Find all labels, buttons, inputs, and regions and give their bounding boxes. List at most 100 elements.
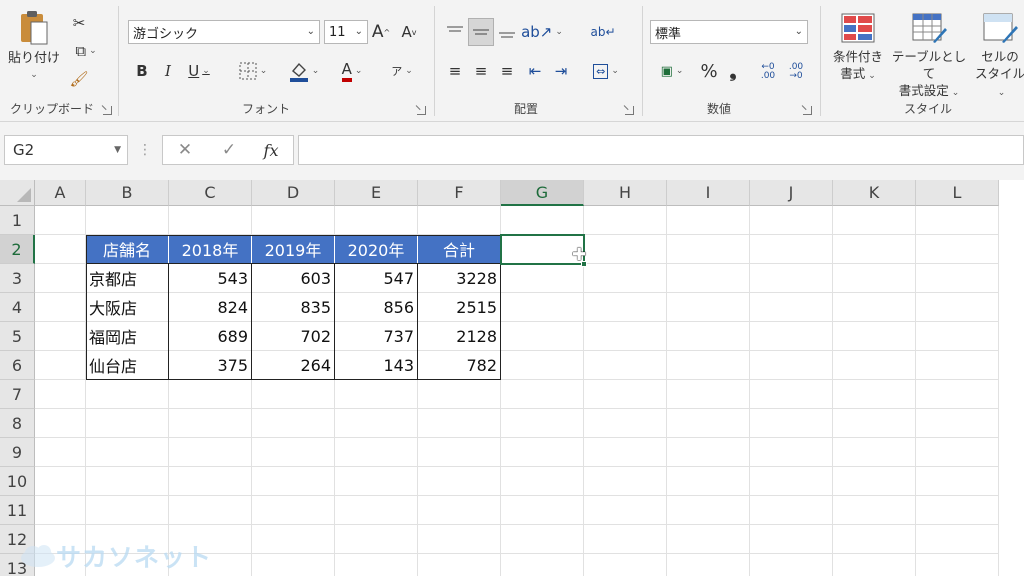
cell-k5[interactable] (833, 322, 916, 351)
column-header-g[interactable]: G (501, 180, 584, 206)
cell-c7[interactable] (169, 380, 252, 409)
cell-a7[interactable] (35, 380, 86, 409)
cell-f8[interactable] (418, 409, 501, 438)
row-header-8[interactable]: 8 (0, 409, 35, 438)
orientation-button[interactable]: ab↗ ⌄ (521, 20, 563, 44)
align-left-icon[interactable]: ≡ (444, 60, 466, 82)
cell-h2[interactable] (584, 235, 667, 264)
select-all-button[interactable] (0, 180, 35, 206)
cell-e8[interactable] (335, 409, 418, 438)
cell-h6[interactable] (584, 351, 667, 380)
cell-h12[interactable] (584, 525, 667, 554)
cell-l9[interactable] (916, 438, 999, 467)
cell-i5[interactable] (667, 322, 750, 351)
column-header-a[interactable]: A (35, 180, 86, 206)
cell-f5[interactable]: 2128 (418, 322, 501, 351)
column-header-c[interactable]: C (169, 180, 252, 206)
cell-k13[interactable] (833, 554, 916, 576)
cell-l7[interactable] (916, 380, 999, 409)
cell-a5[interactable] (35, 322, 86, 351)
wrap-text-icon[interactable]: ab↵ (590, 18, 616, 46)
font-size-combo[interactable]: 11 ⌄ (324, 20, 368, 44)
cell-k9[interactable] (833, 438, 916, 467)
cell-l10[interactable] (916, 467, 999, 496)
cell-l2[interactable] (916, 235, 999, 264)
cell-e11[interactable] (335, 496, 418, 525)
copy-button[interactable]: ⧉ ⌄ (66, 40, 106, 62)
cell-a11[interactable] (35, 496, 86, 525)
cell-h1[interactable] (584, 206, 667, 235)
cell-a1[interactable] (35, 206, 86, 235)
cell-k10[interactable] (833, 467, 916, 496)
cell-g12[interactable] (501, 525, 584, 554)
cell-c4[interactable]: 824 (169, 293, 252, 322)
cell-j10[interactable] (750, 467, 833, 496)
cell-b13[interactable] (86, 554, 169, 576)
align-top-icon[interactable] (444, 20, 466, 44)
cell-j8[interactable] (750, 409, 833, 438)
cell-a6[interactable] (35, 351, 86, 380)
align-center-icon[interactable]: ≡ (470, 60, 492, 82)
cell-b7[interactable] (86, 380, 169, 409)
grow-font-button[interactable]: A ^ (370, 20, 392, 44)
cell-j11[interactable] (750, 496, 833, 525)
cell-j6[interactable] (750, 351, 833, 380)
cell-e13[interactable] (335, 554, 418, 576)
formula-input[interactable] (298, 135, 1024, 165)
cell-c5[interactable]: 689 (169, 322, 252, 351)
percent-button[interactable]: % (698, 60, 720, 82)
cell-b3[interactable]: 京都店 (86, 264, 169, 293)
cell-g1[interactable] (501, 206, 584, 235)
align-right-icon[interactable]: ≡ (496, 60, 518, 82)
cell-h4[interactable] (584, 293, 667, 322)
cell-b4[interactable]: 大阪店 (86, 293, 169, 322)
cell-c2[interactable]: 2018年 (169, 235, 252, 264)
cell-k6[interactable] (833, 351, 916, 380)
cell-l11[interactable] (916, 496, 999, 525)
cell-f1[interactable] (418, 206, 501, 235)
cell-i4[interactable] (667, 293, 750, 322)
cell-b12[interactable] (86, 525, 169, 554)
enter-icon[interactable]: ✓ (215, 139, 243, 161)
underline-button[interactable]: U ⌄ (182, 60, 216, 82)
cell-e6[interactable]: 143 (335, 351, 418, 380)
column-header-e[interactable]: E (335, 180, 418, 206)
cell-i13[interactable] (667, 554, 750, 576)
cell-j9[interactable] (750, 438, 833, 467)
cell-l12[interactable] (916, 525, 999, 554)
cell-f7[interactable] (418, 380, 501, 409)
cell-g6[interactable] (501, 351, 584, 380)
cell-b9[interactable] (86, 438, 169, 467)
cell-d3[interactable]: 603 (252, 264, 335, 293)
column-header-l[interactable]: L (916, 180, 999, 206)
cell-j1[interactable] (750, 206, 833, 235)
align-bottom-icon[interactable] (496, 20, 518, 44)
italic-button[interactable]: I (158, 60, 178, 82)
cell-k1[interactable] (833, 206, 916, 235)
cell-c11[interactable] (169, 496, 252, 525)
cell-h10[interactable] (584, 467, 667, 496)
cell-j13[interactable] (750, 554, 833, 576)
cell-a12[interactable] (35, 525, 86, 554)
cell-e12[interactable] (335, 525, 418, 554)
cell-g10[interactable] (501, 467, 584, 496)
cell-j2[interactable] (750, 235, 833, 264)
cell-e3[interactable]: 547 (335, 264, 418, 293)
cell-h8[interactable] (584, 409, 667, 438)
cell-d2[interactable]: 2019年 (252, 235, 335, 264)
cell-b2[interactable]: 店舗名 (86, 235, 169, 264)
row-header-9[interactable]: 9 (0, 438, 35, 467)
cell-c9[interactable] (169, 438, 252, 467)
cell-g7[interactable] (501, 380, 584, 409)
comma-button[interactable]: ❟ (724, 60, 742, 82)
decrease-indent-icon[interactable]: ⇤ (524, 60, 546, 82)
row-header-4[interactable]: 4 (0, 293, 35, 322)
cell-h13[interactable] (584, 554, 667, 576)
cell-k8[interactable] (833, 409, 916, 438)
column-header-j[interactable]: J (750, 180, 833, 206)
cell-i2[interactable] (667, 235, 750, 264)
cell-d7[interactable] (252, 380, 335, 409)
fill-color-button[interactable]: ⌄ (284, 58, 324, 84)
row-header-10[interactable]: 10 (0, 467, 35, 496)
border-button[interactable]: ⌄ (232, 60, 274, 82)
